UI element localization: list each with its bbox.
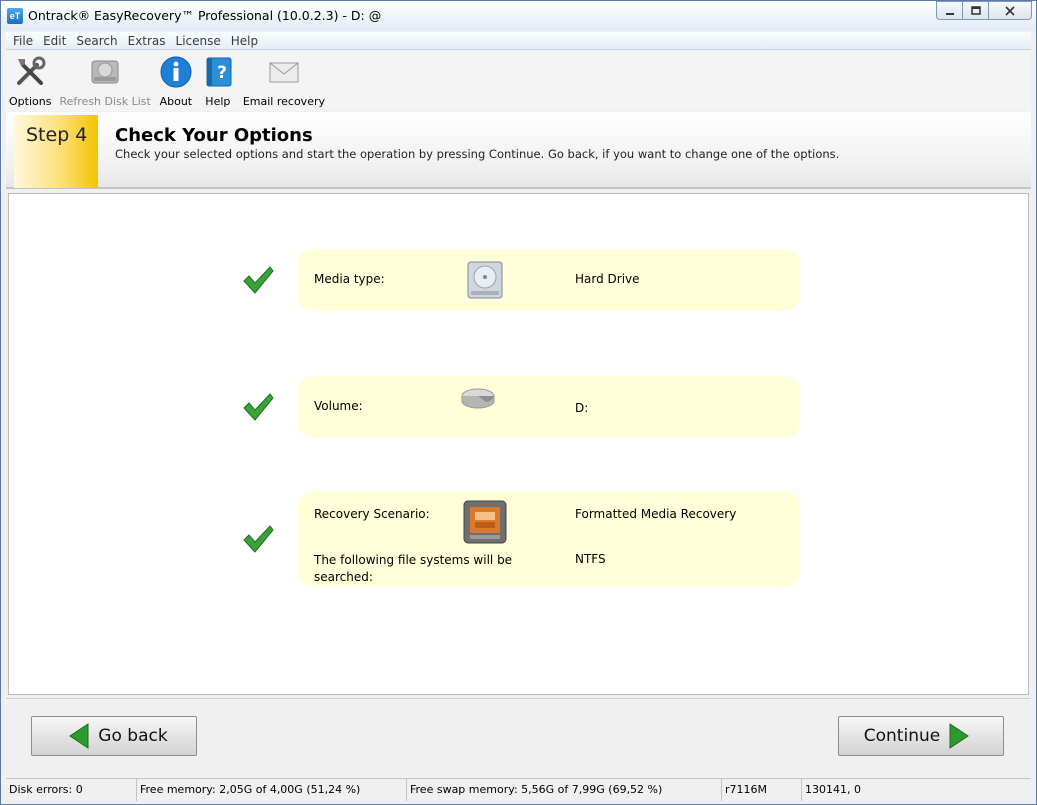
help-book-icon: ? <box>201 55 235 89</box>
help-button[interactable]: ? Help <box>201 51 235 108</box>
hard-drive-icon <box>465 260 505 303</box>
close-icon <box>1005 5 1015 16</box>
status-build: r7116M <box>722 779 802 801</box>
status-coords: 130141, 0 <box>805 783 861 796</box>
options-button[interactable]: Options <box>9 51 51 108</box>
refresh-disk-list-label: Refresh Disk List <box>59 95 151 108</box>
status-free-memory: Free memory: 2,05G of 4,00G (51,24 %) <box>137 779 407 801</box>
options-label: Options <box>9 95 52 108</box>
menu-file[interactable]: File <box>8 34 38 48</box>
app-window: eT Ontrack® EasyRecovery™ Professional (… <box>0 0 1037 805</box>
step-badge: Step 4 <box>14 115 98 188</box>
status-bar: Disk errors: 0 Free memory: 2,05G of 4,0… <box>6 778 1031 801</box>
refresh-disk-list-button[interactable]: Refresh Disk List <box>59 51 151 108</box>
navigation-bar: Go back Continue <box>6 698 1031 773</box>
maximize-icon <box>970 5 981 15</box>
option-value-file-systems: NTFS <box>575 552 606 566</box>
app-icon: eT <box>7 8 23 24</box>
info-icon <box>159 55 193 89</box>
close-button[interactable] <box>988 1 1032 20</box>
window-title: Ontrack® EasyRecovery™ Professional (10.… <box>28 8 382 23</box>
option-card-media-type: Media type: Hard Drive <box>297 249 800 311</box>
page-description: Check your selected options and start th… <box>115 147 840 161</box>
menu-bar: File Edit Search Extras License Help <box>6 32 1031 50</box>
option-value: Hard Drive <box>575 272 640 286</box>
option-card-recovery-scenario: Recovery Scenario: Formatted Media Recov… <box>297 491 800 587</box>
window-controls <box>936 1 1032 20</box>
envelope-icon <box>267 55 301 89</box>
menu-extras[interactable]: Extras <box>123 34 171 48</box>
option-value: Formatted Media Recovery <box>575 507 737 521</box>
maximize-button[interactable] <box>962 1 989 20</box>
checkmark-icon <box>243 393 274 421</box>
option-label: Recovery Scenario: <box>314 507 430 521</box>
arrow-right-icon <box>949 723 970 749</box>
email-recovery-button[interactable]: Email recovery <box>243 51 325 108</box>
continue-label: Continue <box>863 726 941 746</box>
disk-refresh-icon <box>88 55 122 89</box>
about-button[interactable]: About <box>159 51 193 108</box>
email-recovery-label: Email recovery <box>242 95 325 108</box>
title-bar: eT Ontrack® EasyRecovery™ Professional (… <box>1 1 1036 31</box>
go-back-label: Go back <box>98 726 168 746</box>
page-title: Check Your Options <box>115 125 313 146</box>
minimize-button[interactable] <box>936 1 963 20</box>
status-free-swap: Free swap memory: 5,56G of 7,99G (69,52 … <box>407 779 722 801</box>
toolbar: Options Refresh Disk List About ? Help E… <box>6 51 1031 111</box>
menu-search[interactable]: Search <box>71 34 122 48</box>
continue-button[interactable]: Continue <box>838 716 1004 756</box>
menu-help[interactable]: Help <box>226 34 263 48</box>
menu-edit[interactable]: Edit <box>38 34 71 48</box>
go-back-button[interactable]: Go back <box>31 716 197 756</box>
option-label: Volume: <box>314 399 363 413</box>
status-disk-errors: Disk errors: 0 <box>6 779 137 801</box>
checkmark-icon <box>243 525 274 553</box>
tools-icon <box>13 55 47 89</box>
volume-icon <box>460 386 496 413</box>
help-label: Help <box>205 95 231 108</box>
option-label: Media type: <box>314 272 385 286</box>
formatted-recovery-icon <box>462 499 508 548</box>
option-label-file-systems: The following file systems will be searc… <box>314 553 513 584</box>
option-value: D: <box>575 401 589 415</box>
arrow-left-icon <box>69 723 89 749</box>
step-number: Step 4 <box>26 124 88 146</box>
minimize-icon <box>945 12 954 15</box>
step-header: Step 4 Check Your Options Check your sel… <box>6 112 1031 189</box>
menu-license[interactable]: License <box>171 34 226 48</box>
option-card-volume: Volume: D: <box>297 376 800 438</box>
svg-text:?: ? <box>217 63 227 83</box>
about-label: About <box>159 95 193 108</box>
checkmark-icon <box>243 266 274 294</box>
options-summary-panel: Media type: Hard Drive Volume: D: Recove… <box>8 193 1029 695</box>
